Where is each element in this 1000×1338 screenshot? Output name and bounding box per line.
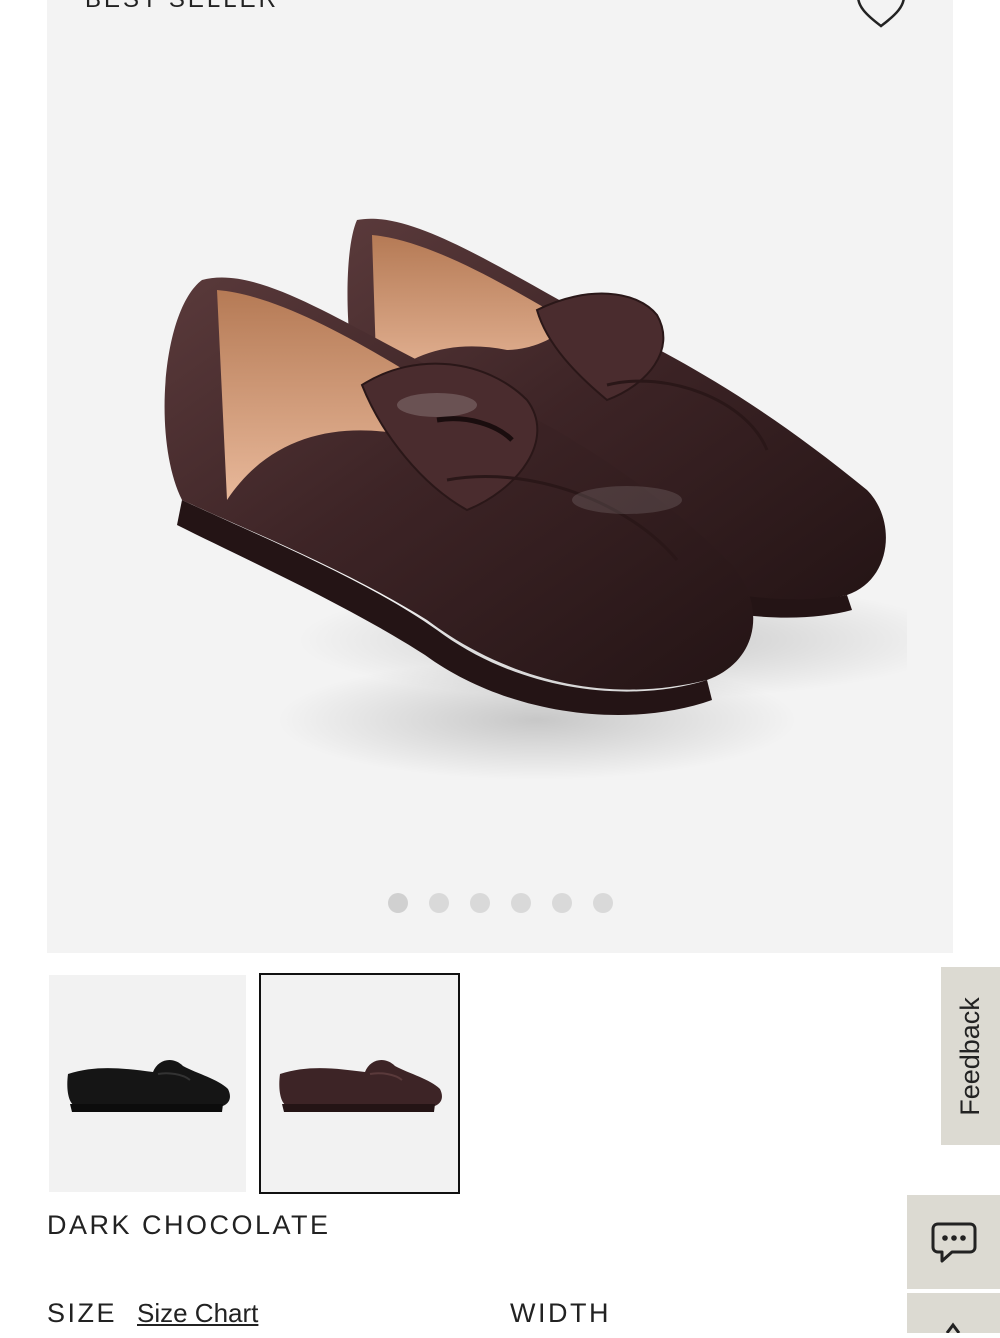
chat-button[interactable] [907, 1195, 1000, 1289]
carousel-dot[interactable] [510, 893, 531, 913]
heart-icon[interactable] [855, 0, 907, 28]
color-swatch-dark-chocolate[interactable] [259, 973, 460, 1194]
best-seller-badge: BEST SELLER [85, 0, 279, 14]
scroll-to-top-button[interactable] [907, 1293, 1000, 1334]
width-label: WIDTH [510, 1298, 611, 1328]
chat-bubble-icon [931, 1222, 976, 1263]
carousel-dot[interactable] [387, 893, 408, 913]
dark-chocolate-loafer-thumbnail [278, 1059, 442, 1112]
feedback-label: Feedback [955, 996, 986, 1116]
selected-color-name: DARK CHOCOLATE [47, 1210, 331, 1240]
carousel-dot[interactable] [551, 893, 572, 913]
carousel-dot[interactable] [592, 893, 613, 913]
main-product-shoe-image [164, 218, 907, 780]
product-hero-image[interactable]: BEST SELLER [47, 0, 953, 953]
chevron-up-icon [945, 1322, 961, 1334]
size-chart-link[interactable]: Size Chart [137, 1298, 258, 1329]
size-label: SIZE [47, 1298, 118, 1328]
color-swatch-black[interactable] [49, 975, 246, 1192]
black-loafer-thumbnail [66, 1059, 230, 1112]
carousel-dot[interactable] [469, 893, 490, 913]
carousel-dot[interactable] [428, 893, 449, 913]
carousel-pagination [47, 893, 953, 913]
feedback-tab[interactable]: Feedback [941, 967, 1000, 1145]
